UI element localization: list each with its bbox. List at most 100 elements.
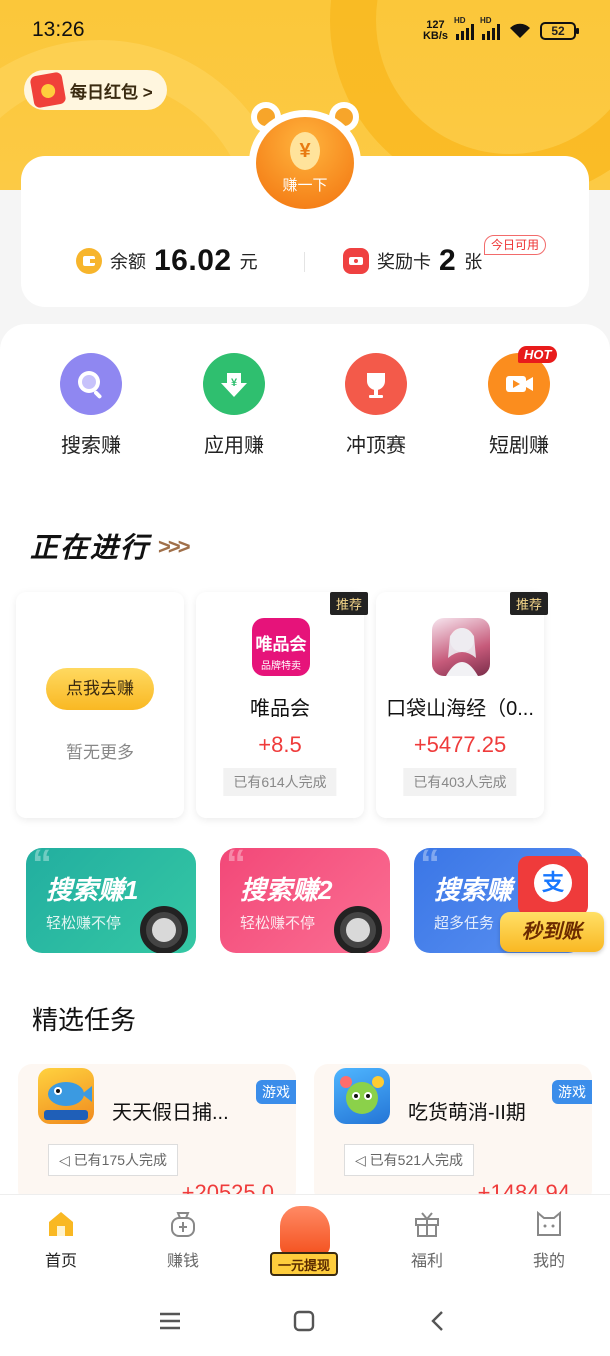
search-earn-card-1[interactable]: “ 搜索赚1 轻松赚不停	[26, 848, 196, 953]
search-card-title: 搜索赚2	[240, 875, 333, 905]
network-speed: 127 KB/s	[423, 20, 448, 42]
quick-action-app-earn[interactable]: ¥ 应用赚	[174, 353, 294, 458]
gift-icon	[412, 1209, 442, 1239]
hot-badge: HOT	[518, 346, 558, 363]
logo-subtext: 品牌特卖	[261, 661, 301, 672]
tab-label: 首页	[44, 1253, 77, 1270]
earn-once-label: 赚一下	[282, 176, 328, 194]
ongoing-placeholder-card: 点我去赚 暂无更多	[16, 592, 184, 818]
red-packet-icon	[29, 71, 67, 109]
reward-card-entry[interactable]: 奖励卡 2 张	[343, 244, 482, 278]
divider	[304, 252, 305, 272]
tab-label: 福利	[410, 1253, 443, 1270]
alipay-red-packet-icon: 支	[518, 856, 588, 916]
quick-action-label: 应用赚	[204, 435, 264, 457]
balance-entry[interactable]: 余额 16.02 元	[76, 244, 258, 278]
quick-action-search-earn[interactable]: 搜索赚	[31, 353, 151, 458]
available-today-badge: 今日可用	[484, 235, 547, 255]
tab-profile[interactable]: 我的	[509, 1209, 589, 1271]
tab-one-yuan-withdraw[interactable]: 一元提现	[270, 1206, 338, 1278]
logo-text: 唯品会	[255, 635, 307, 654]
tab-label: 我的	[532, 1253, 565, 1270]
featured-tasks-title: 精选任务	[32, 1005, 137, 1035]
balance-unit: 元	[239, 252, 258, 272]
quick-action-contest[interactable]: 冲顶赛	[316, 353, 436, 458]
game-tag: 游戏	[256, 1080, 296, 1104]
completed-count: 已有403人完成	[403, 768, 517, 796]
match-game-logo	[334, 1068, 390, 1124]
task-reward: +5477.25	[413, 732, 507, 757]
recommended-badge: 推荐	[329, 592, 368, 615]
status-icons: 127 KB/s HD HD 52	[423, 16, 579, 42]
earn-once-button[interactable]: ¥ 赚一下	[249, 102, 361, 214]
task-name: 唯品会	[250, 698, 310, 720]
reward-card-count: 2	[439, 244, 457, 277]
search-earn-card-2[interactable]: “ 搜索赚2 轻松赚不停	[220, 848, 390, 953]
thumbs-up-icon	[280, 1206, 330, 1256]
vipshop-logo: 唯品会 品牌特卖	[252, 618, 310, 676]
balance-amount: 16.02	[154, 244, 232, 277]
featured-task-name: 天天假日捕...	[112, 1102, 229, 1124]
completed-count: 已有614人完成	[223, 768, 337, 796]
magnifier-icon	[140, 906, 188, 953]
quick-action-label: 搜索赚	[61, 435, 121, 457]
ticket-icon	[343, 248, 369, 274]
go-earn-button[interactable]: 点我去赚	[46, 668, 154, 710]
menu-icon[interactable]	[150, 1306, 190, 1336]
yen-icon: ¥	[290, 131, 320, 170]
status-bar: 13:26 127 KB/s HD HD 52	[0, 0, 610, 60]
featured-task-card[interactable]: 游戏 吃货萌消-II期 ◁ 已有521人完成 +1484.94	[314, 1064, 592, 1204]
instant-credit-badge[interactable]: 秒到账	[500, 912, 604, 952]
no-more-text: 暂无更多	[66, 743, 134, 762]
more-arrows-icon[interactable]: >>>	[158, 534, 191, 560]
completed-count-text: 已有521人完成	[369, 1152, 464, 1168]
trophy-icon	[345, 353, 407, 415]
task-name: 口袋山海经（0...	[386, 698, 534, 720]
back-icon[interactable]	[418, 1306, 458, 1336]
fishing-game-logo	[38, 1068, 94, 1124]
profile-icon	[534, 1209, 564, 1239]
tab-earn[interactable]: 赚钱	[143, 1209, 223, 1271]
featured-task-card[interactable]: 游戏 天天假日捕... ◁ 已有175人完成 +20525.0	[18, 1064, 296, 1204]
signal-hd-label: HD	[454, 16, 466, 25]
tab-label: 一元提现	[270, 1252, 338, 1276]
search-card-title: 搜索赚	[434, 875, 513, 905]
game-tag: 游戏	[552, 1080, 592, 1104]
search-card-subtitle: 轻松赚不停	[240, 915, 316, 932]
reward-card-label: 奖励卡	[377, 252, 431, 272]
download-icon: ¥	[203, 353, 265, 415]
tab-home[interactable]: 首页	[21, 1209, 101, 1271]
wallet-icon	[76, 248, 102, 274]
completed-count: ◁ 已有521人完成	[344, 1144, 475, 1176]
daily-red-packet-label: 每日红包 >	[70, 82, 153, 102]
recommended-badge: 推荐	[509, 592, 548, 615]
ongoing-title: 正在进行	[30, 532, 151, 563]
alipay-icon: 支	[534, 864, 572, 902]
quick-action-short-drama[interactable]: 短剧赚	[459, 353, 579, 458]
ongoing-task-card[interactable]: 推荐 唯品会 品牌特卖 唯品会 +8.5 已有614人完成	[196, 592, 368, 818]
tab-label: 赚钱	[166, 1253, 199, 1270]
completed-count: ◁ 已有175人完成	[48, 1144, 179, 1176]
signal-hd-label: HD	[480, 16, 492, 25]
featured-task-name: 吃货萌消-II期	[408, 1102, 526, 1124]
quick-action-label: 短剧赚	[489, 435, 549, 457]
completed-count-text: 已有175人完成	[73, 1152, 168, 1168]
task-reward: +8.5	[258, 732, 302, 757]
ongoing-task-card[interactable]: 推荐 口袋山海经（0... +5477.25 已有403人完成	[376, 592, 548, 818]
money-bag-icon	[168, 1209, 198, 1239]
daily-red-packet-button[interactable]: 每日红包 >	[24, 70, 167, 110]
search-card-title: 搜索赚1	[46, 875, 139, 905]
speaker-icon: ◁	[355, 1152, 370, 1168]
wifi-icon	[510, 23, 530, 38]
speaker-icon: ◁	[59, 1152, 74, 1168]
home-square-icon[interactable]	[284, 1306, 324, 1336]
coin-icon: ¥ 赚一下	[256, 117, 354, 209]
signal-icon: HD	[480, 16, 500, 40]
signal-icon: HD	[454, 16, 474, 40]
search-card-subtitle: 轻松赚不停	[46, 915, 122, 932]
quick-action-label: 冲顶赛	[346, 435, 406, 457]
search-card-subtitle: 超多任务	[434, 915, 495, 932]
tab-welfare[interactable]: 福利	[387, 1209, 467, 1271]
battery-icon: 52	[540, 22, 579, 40]
network-speed-unit: KB/s	[422, 30, 448, 42]
